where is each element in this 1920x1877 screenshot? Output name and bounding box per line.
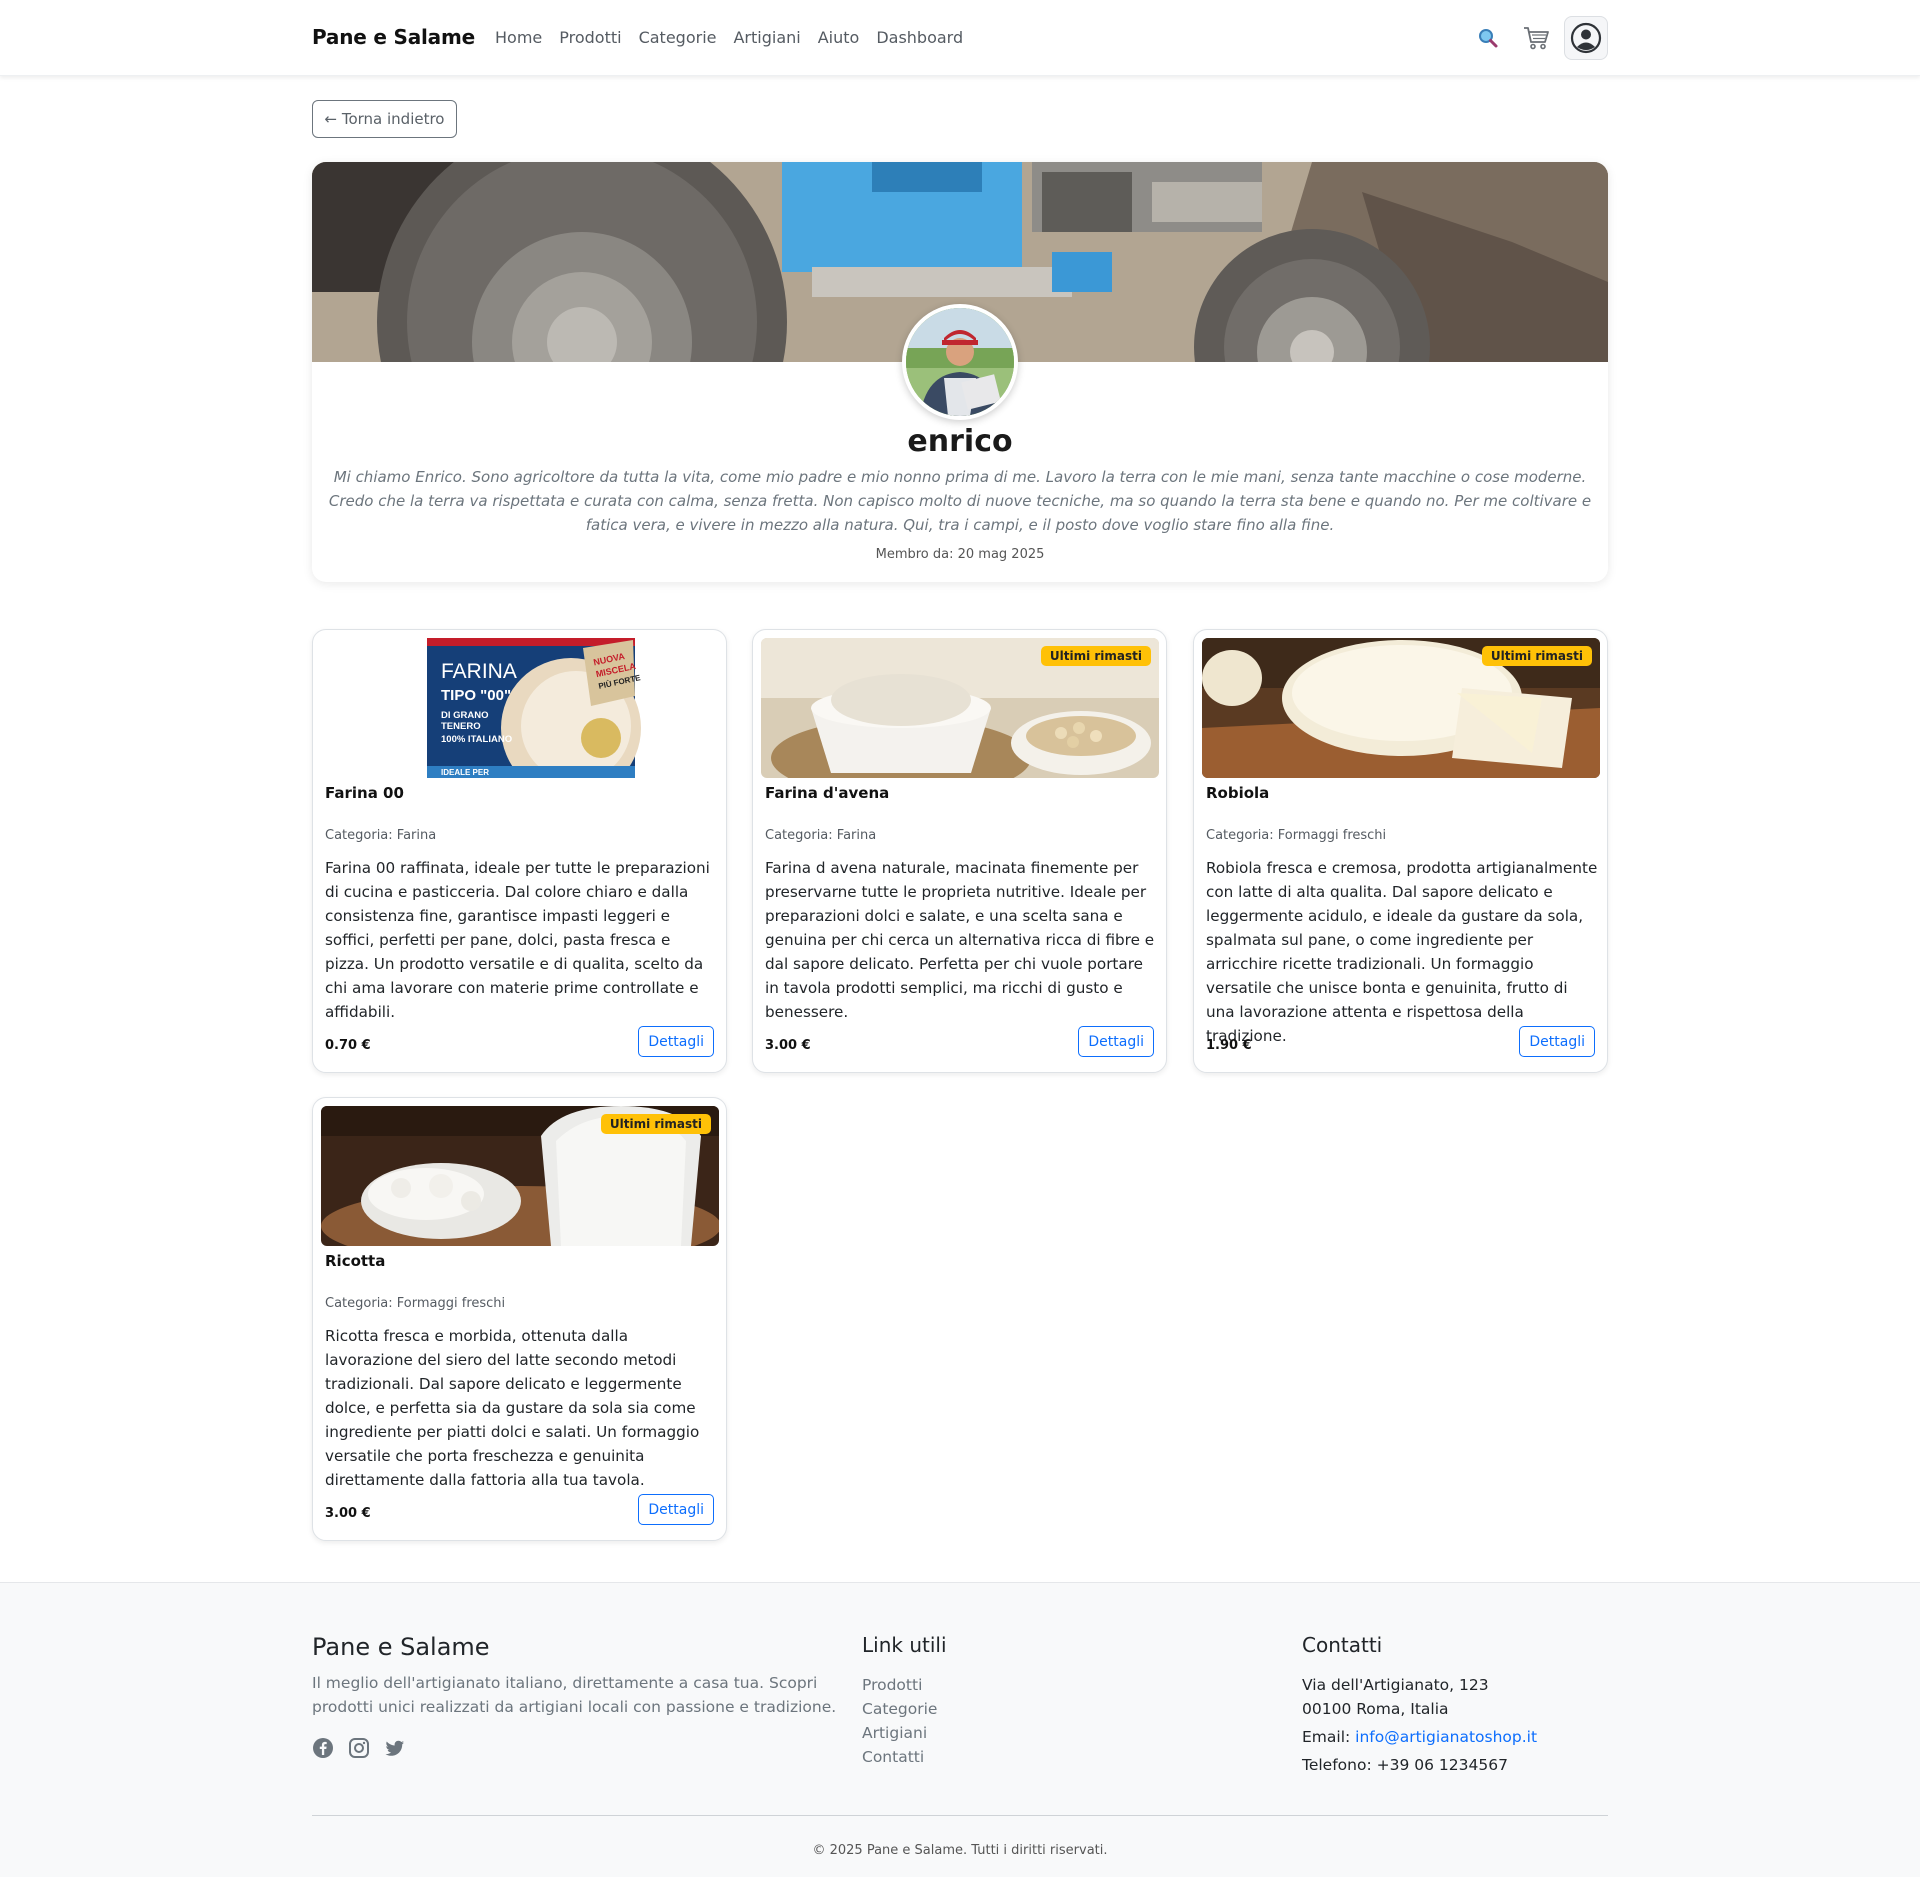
product-image[interactable]: FARINA TIPO "00" DI GRANO TENERO 100% IT… — [321, 638, 719, 778]
product-price: 1.90 € — [1206, 1038, 1252, 1053]
footer-links: Prodotti Categorie Artigiani Contatti — [862, 1673, 937, 1769]
contact-address-line2: 00100 Roma, Italia — [1302, 1700, 1449, 1718]
package-text-grano: DI GRANO — [441, 710, 489, 721]
details-button[interactable]: Dettagli — [638, 1494, 714, 1525]
back-button[interactable]: ← Torna indietro — [312, 100, 457, 138]
details-button[interactable]: Dettagli — [638, 1026, 714, 1057]
package-text-italiano: 100% ITALIANO — [441, 734, 512, 745]
facebook-icon[interactable] — [312, 1737, 334, 1763]
product-description: Farina d avena naturale, macinata fineme… — [765, 859, 1155, 1021]
low-stock-badge: Ultimi rimasti — [1040, 646, 1151, 666]
nav-link-categorie[interactable]: Categorie — [639, 28, 717, 47]
footer-contacts-title: Contatti — [1302, 1633, 1383, 1657]
nav-link-prodotti[interactable]: Prodotti — [559, 28, 621, 47]
product-image[interactable]: Ultimi rimasti — [761, 638, 1159, 778]
product-card: Ultimi rimasti Farina d'avena Categoria:… — [752, 629, 1167, 1073]
search-icon[interactable] — [1472, 22, 1504, 54]
product-card: Ultimi rimasti Ricotta Categoria: Formag… — [312, 1097, 727, 1541]
instagram-icon[interactable] — [348, 1737, 370, 1763]
package-text-tipo: TIPO "00" — [441, 687, 511, 704]
footer-link-artigiani[interactable]: Artigiani — [862, 1721, 937, 1745]
package-text-farina: FARINA — [441, 660, 517, 683]
nav-link-dashboard[interactable]: Dashboard — [876, 28, 963, 47]
product-name: Robiola — [1206, 784, 1270, 802]
product-price: 3.00 € — [325, 1506, 371, 1521]
product-description: Farina 00 raffinata, ideale per tutte le… — [325, 859, 710, 1021]
footer-link-categorie[interactable]: Categorie — [862, 1697, 937, 1721]
details-button[interactable]: Dettagli — [1078, 1026, 1154, 1057]
footer-contacts: Via dell'Artigianato, 123 00100 Roma, It… — [1302, 1673, 1537, 1777]
product-card: Ultimi rimasti Robiola Categoria: Formag… — [1193, 629, 1608, 1073]
user-account-icon[interactable] — [1564, 16, 1608, 60]
product-category: Categoria: Farina — [765, 828, 877, 843]
nav-link-artigiani[interactable]: Artigiani — [733, 28, 800, 47]
product-name: Farina 00 — [325, 784, 404, 802]
artisan-profile-card: enrico Mi chiamo Enrico. Sono agricoltor… — [312, 162, 1608, 582]
low-stock-badge: Ultimi rimasti — [1481, 646, 1592, 666]
footer-brand: Pane e Salame — [312, 1633, 490, 1661]
artisan-avatar — [902, 304, 1018, 420]
product-category: Categoria: Formaggi freschi — [325, 1296, 506, 1311]
product-name: Ricotta — [325, 1252, 386, 1270]
brand-logo[interactable]: Pane e Salame — [312, 25, 475, 49]
footer: Pane e Salame Il meglio dell'artigianato… — [0, 1582, 1920, 1877]
footer-link-contatti[interactable]: Contatti — [862, 1745, 937, 1769]
product-category: Categoria: Farina — [325, 828, 437, 843]
low-stock-badge: Ultimi rimasti — [600, 1114, 711, 1134]
social-links — [312, 1737, 406, 1763]
contact-email-label: Email: — [1302, 1728, 1356, 1746]
product-description: Robiola fresca e cremosa, prodotta artig… — [1206, 859, 1598, 1045]
product-description: Ricotta fresca e morbida, ottenuta dalla… — [325, 1327, 700, 1489]
footer-links-title: Link utili — [862, 1633, 947, 1657]
nav-link-home[interactable]: Home — [495, 28, 542, 47]
contact-email-link[interactable]: info@artigianatoshop.it — [1355, 1728, 1537, 1746]
product-name: Farina d'avena — [765, 784, 890, 802]
product-category: Categoria: Formaggi freschi — [1206, 828, 1387, 843]
product-image[interactable]: Ultimi rimasti — [321, 1106, 719, 1246]
artisan-bio: Mi chiamo Enrico. Sono agricoltore da tu… — [328, 468, 1592, 534]
twitter-icon[interactable] — [384, 1737, 406, 1763]
footer-copyright: © 2025 Pane e Salame. Tutti i diritti ri… — [812, 1843, 1108, 1858]
contact-phone: Telefono: +39 06 1234567 — [1302, 1756, 1508, 1774]
product-card: FARINA TIPO "00" DI GRANO TENERO 100% IT… — [312, 629, 727, 1073]
details-button[interactable]: Dettagli — [1519, 1026, 1595, 1057]
cart-icon[interactable] — [1520, 22, 1552, 54]
nav-links: Home Prodotti Categorie Artigiani Aiuto … — [495, 28, 980, 47]
member-since: Membro da: 20 mag 2025 — [875, 547, 1045, 562]
product-price: 3.00 € — [765, 1038, 811, 1053]
product-price: 0.70 € — [325, 1038, 371, 1053]
contact-email-row: Email: info@artigianatoshop.it — [1302, 1725, 1537, 1749]
product-image[interactable]: Ultimi rimasti — [1202, 638, 1600, 778]
navbar: Pane e Salame Home Prodotti Categorie Ar… — [0, 0, 1920, 76]
contact-address-line1: Via dell'Artigianato, 123 — [1302, 1676, 1489, 1694]
back-button-label: ← Torna indietro — [324, 110, 445, 128]
footer-divider — [312, 1815, 1608, 1816]
artisan-name: enrico — [907, 424, 1013, 459]
package-text-ideale: IDEALE PER — [441, 768, 489, 777]
package-text-tenero: TENERO — [441, 721, 481, 732]
footer-description: Il meglio dell'artigianato italiano, dir… — [312, 1674, 837, 1716]
footer-link-prodotti[interactable]: Prodotti — [862, 1673, 937, 1697]
nav-link-aiuto[interactable]: Aiuto — [818, 28, 860, 47]
